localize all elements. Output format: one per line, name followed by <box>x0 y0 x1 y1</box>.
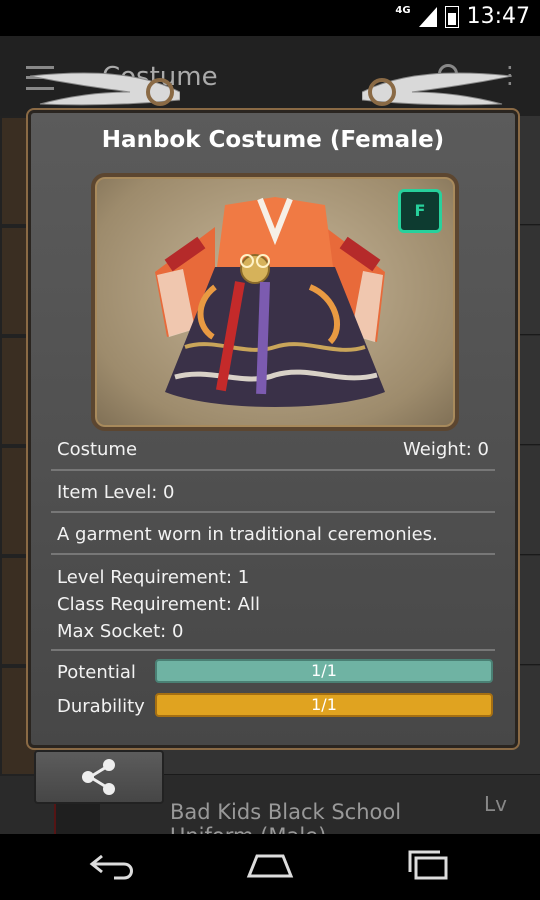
network-type: 4G <box>395 5 411 16</box>
item-weight: Weight: 0 <box>403 439 489 460</box>
item-detail-dialog: Hanbok Costume (Female) F Costume Weight… <box>26 108 520 750</box>
home-icon[interactable] <box>245 848 295 882</box>
item-type-row: Costume Weight: 0 <box>57 439 489 460</box>
max-socket: Max Socket: 0 <box>57 621 184 642</box>
durability-value: 1/1 <box>311 695 337 714</box>
list-item-level-header: Lv <box>484 792 507 816</box>
class-requirement: Class Requirement: All <box>57 594 260 615</box>
recents-icon[interactable] <box>404 848 454 882</box>
list-item-name[interactable]: Bad Kids Black School Uniform (Male) <box>170 800 401 838</box>
right-wing-ornament <box>362 72 512 106</box>
share-icon <box>82 759 115 795</box>
item-type: Costume <box>57 439 138 460</box>
divider <box>51 469 495 471</box>
list-item-name-line1: Bad Kids Black School <box>170 800 402 824</box>
battery-icon <box>444 5 459 28</box>
potential-value: 1/1 <box>311 661 337 680</box>
level-requirement: Level Requirement: 1 <box>57 567 250 588</box>
left-wing-ornament <box>30 72 180 106</box>
divider <box>51 649 495 651</box>
item-description: A garment worn in traditional ceremonies… <box>57 524 438 545</box>
item-title: Hanbok Costume (Female) <box>101 127 445 153</box>
item-level: Item Level: 0 <box>57 482 175 503</box>
navigation-bar <box>0 834 540 900</box>
status-bar: 4G 13:47 <box>0 0 540 36</box>
back-icon[interactable] <box>88 848 138 882</box>
signal-icon <box>418 6 437 27</box>
costume-badge: F <box>398 189 442 233</box>
potential-bar: 1/1 <box>155 659 493 683</box>
item-image: F <box>91 173 459 431</box>
durability-bar: 1/1 <box>155 693 493 717</box>
share-button[interactable] <box>34 750 164 804</box>
status-time: 13:47 <box>466 4 530 29</box>
divider <box>51 511 495 513</box>
divider <box>51 553 495 555</box>
